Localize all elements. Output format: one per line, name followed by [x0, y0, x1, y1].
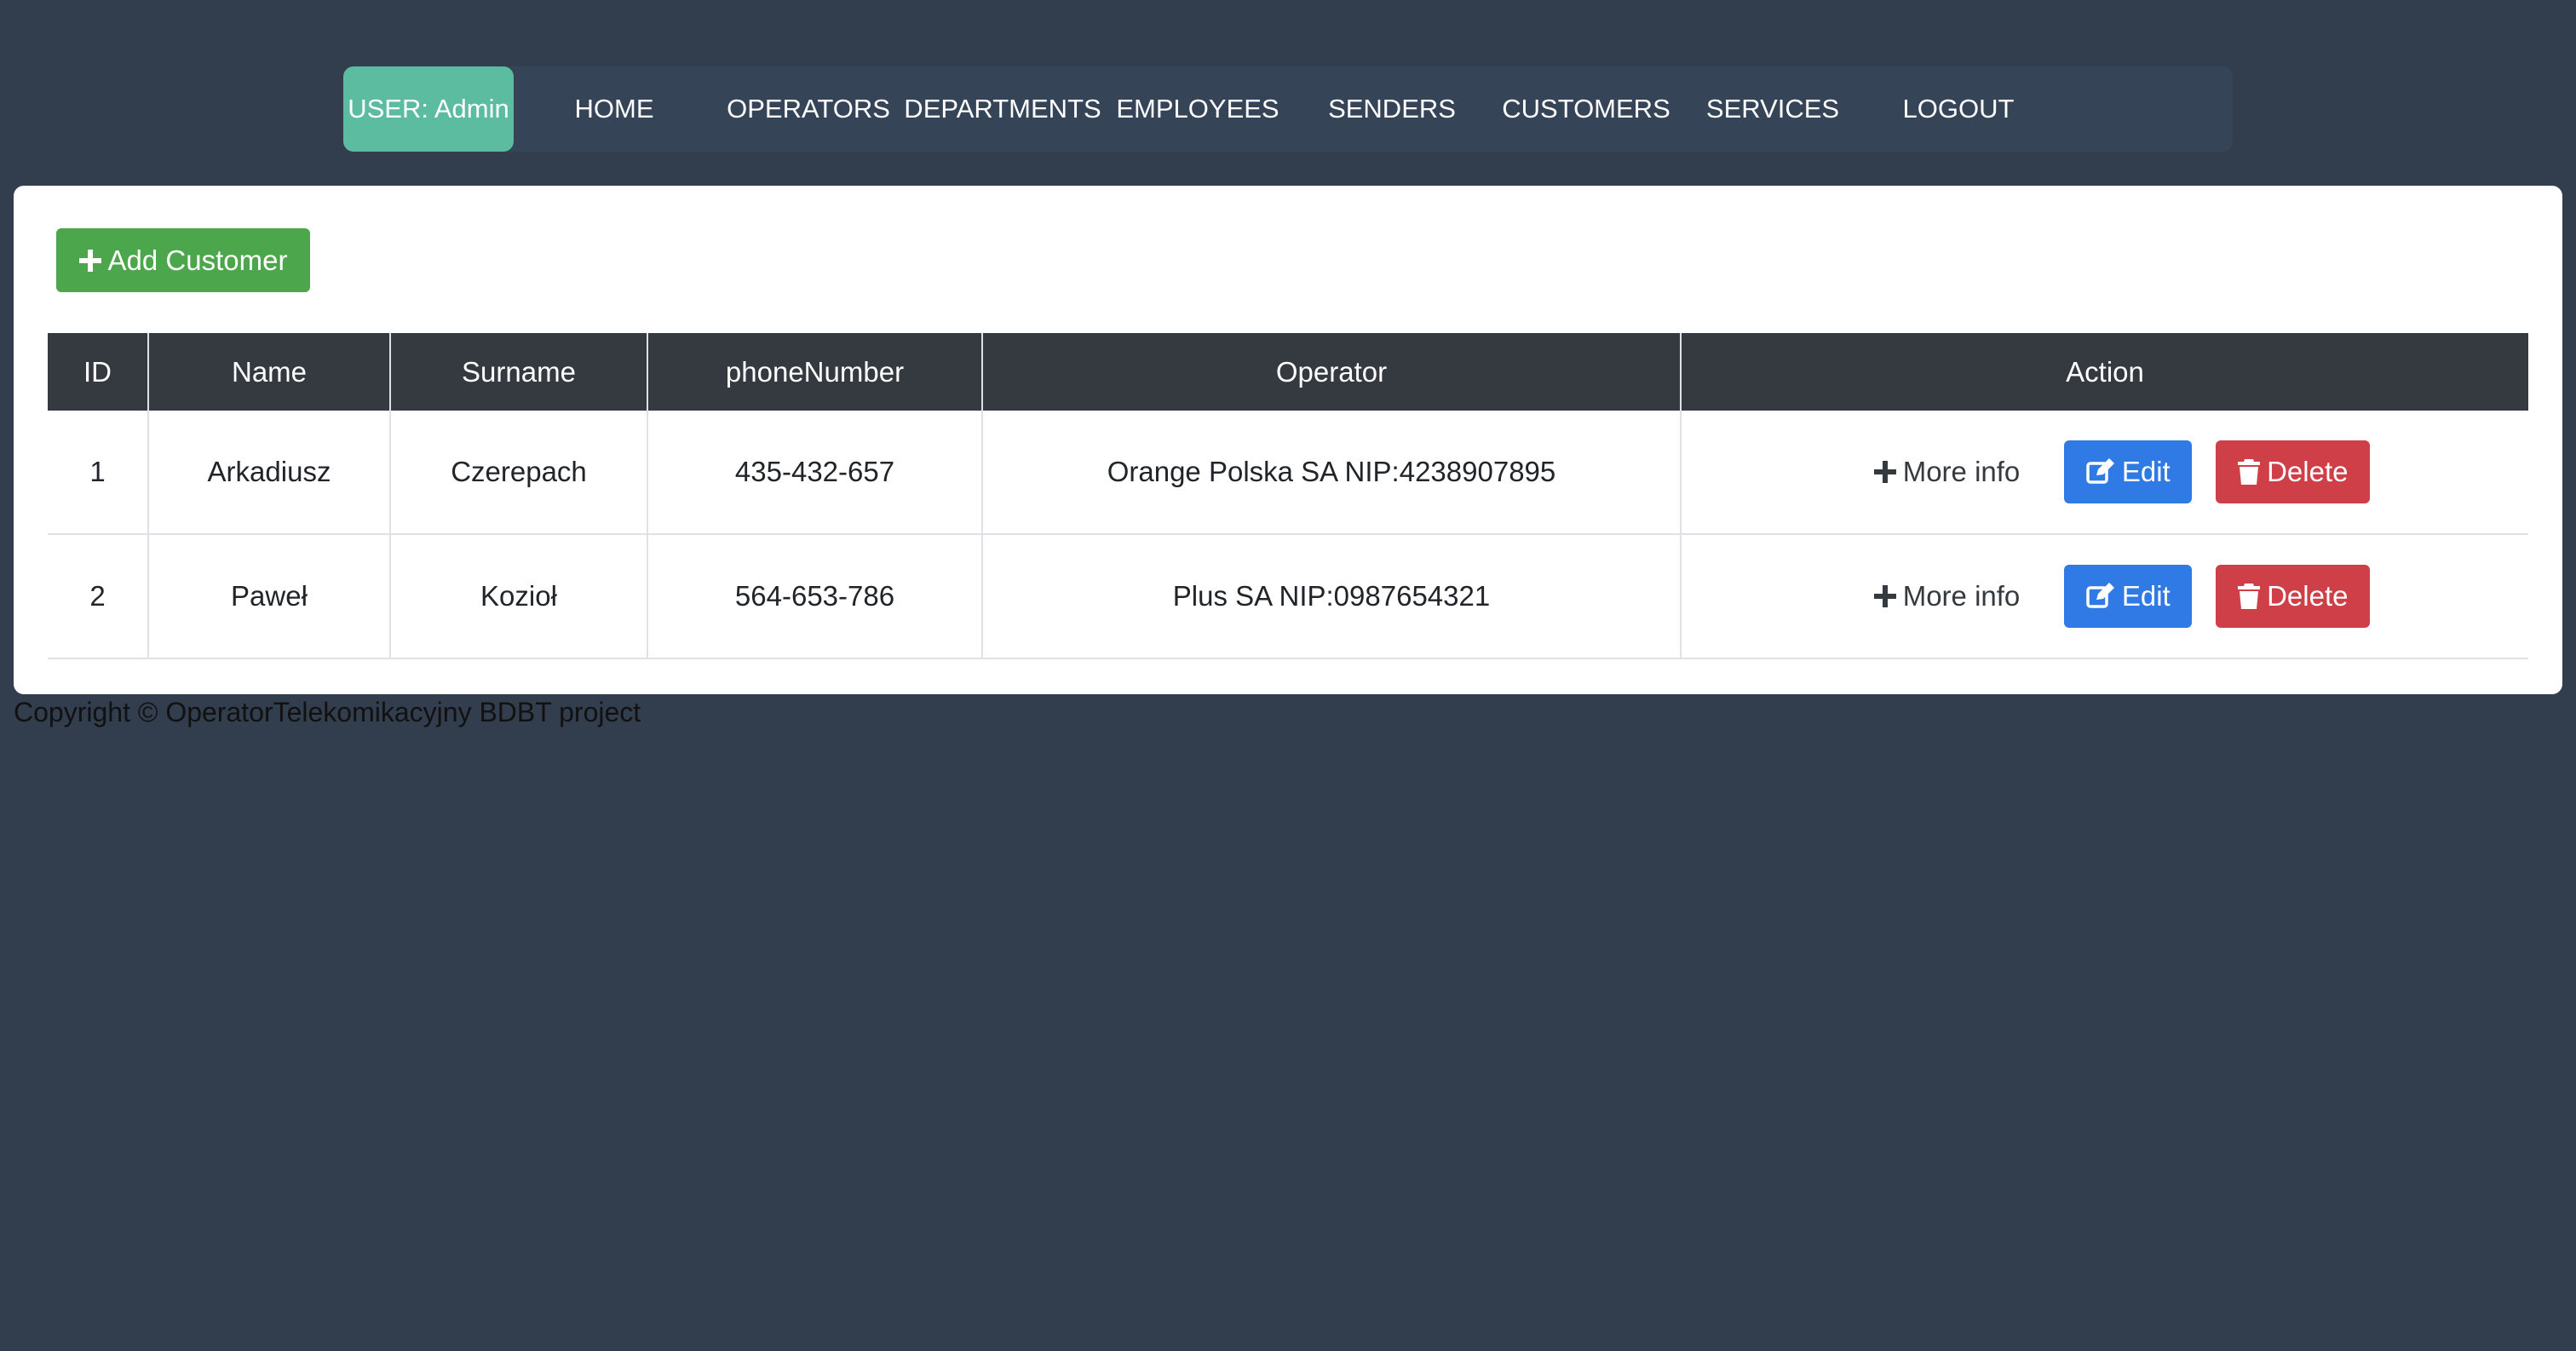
- nav-link-senders[interactable]: SENDERS: [1328, 66, 1456, 152]
- cell-name: Paweł: [147, 534, 390, 659]
- column-header-surname: Surname: [389, 333, 647, 411]
- cell-actions: More info Edit Delete: [1680, 534, 2528, 659]
- cell-surname: Czerepach: [389, 411, 647, 535]
- trash-icon: [2238, 584, 2261, 609]
- delete-button[interactable]: Delete: [2216, 565, 2371, 628]
- top-navbar: USER: Admin HOME OPERATORS DEPARTMENTS E…: [343, 66, 2233, 152]
- cell-operator: Orange Polska SA NIP:4238907895: [981, 411, 1681, 535]
- cell-id: 2: [48, 534, 148, 659]
- cell-phone-number: 564-653-786: [647, 534, 982, 659]
- edit-label: Edit: [2121, 580, 2171, 612]
- nav-link-services[interactable]: SERVICES: [1706, 66, 1839, 152]
- edit-label: Edit: [2121, 456, 2171, 487]
- cell-actions: More info Edit Delete: [1680, 411, 2528, 535]
- row-actions: More info Edit Delete: [1682, 565, 2528, 628]
- column-header-phone-number: phoneNumber: [647, 333, 982, 411]
- customers-table: ID Name Surname phoneNumber Operator Act…: [48, 333, 2528, 659]
- table-row: 2 Paweł Kozioł 564-653-786 Plus SA NIP:0…: [48, 534, 2528, 659]
- column-header-name: Name: [147, 333, 390, 411]
- cell-surname: Kozioł: [389, 534, 647, 659]
- trash-icon: [2238, 459, 2261, 485]
- edit-button[interactable]: Edit: [2064, 565, 2193, 628]
- column-header-action: Action: [1680, 333, 2528, 411]
- customers-card: Add Customer ID Name Surname phoneNumber…: [14, 186, 2562, 694]
- more-info-label: More info: [1902, 580, 2021, 612]
- plus-icon: [1873, 585, 1896, 607]
- column-header-operator: Operator: [981, 333, 1681, 411]
- delete-label: Delete: [2267, 580, 2349, 612]
- delete-label: Delete: [2267, 456, 2349, 487]
- user-badge[interactable]: USER: Admin: [343, 66, 514, 152]
- cell-name: Arkadiusz: [147, 411, 390, 535]
- nav-link-employees[interactable]: EMPLOYEES: [1116, 66, 1279, 152]
- add-customer-button[interactable]: Add Customer: [56, 228, 310, 292]
- edit-button[interactable]: Edit: [2064, 440, 2193, 503]
- nav-link-logout[interactable]: LOGOUT: [1903, 66, 2015, 152]
- more-info-label: More info: [1902, 456, 2021, 487]
- edit-icon: [2086, 583, 2115, 610]
- nav-link-customers[interactable]: CUSTOMERS: [1502, 66, 1670, 152]
- more-info-link[interactable]: More info: [1873, 456, 2021, 488]
- add-customer-label: Add Customer: [107, 244, 288, 276]
- table-header-row: ID Name Surname phoneNumber Operator Act…: [48, 333, 2528, 411]
- plus-icon: [1873, 461, 1896, 483]
- nav-link-departments[interactable]: DEPARTMENTS: [904, 66, 1101, 152]
- cell-operator: Plus SA NIP:0987654321: [981, 534, 1681, 659]
- table-row: 1 Arkadiusz Czerepach 435-432-657 Orange…: [48, 411, 2528, 535]
- plus-icon: [78, 249, 101, 272]
- cell-phone-number: 435-432-657: [647, 411, 982, 535]
- nav-link-operators[interactable]: OPERATORS: [727, 66, 890, 152]
- nav-link-home[interactable]: HOME: [575, 66, 654, 152]
- row-actions: More info Edit Delete: [1682, 440, 2528, 503]
- cell-id: 1: [48, 411, 148, 535]
- column-header-id: ID: [48, 333, 148, 411]
- delete-button[interactable]: Delete: [2216, 440, 2371, 503]
- copyright-footer: Copyright © OperatorTelekomikacyjny BDBT…: [14, 697, 641, 727]
- more-info-link[interactable]: More info: [1873, 580, 2021, 612]
- edit-icon: [2086, 458, 2115, 486]
